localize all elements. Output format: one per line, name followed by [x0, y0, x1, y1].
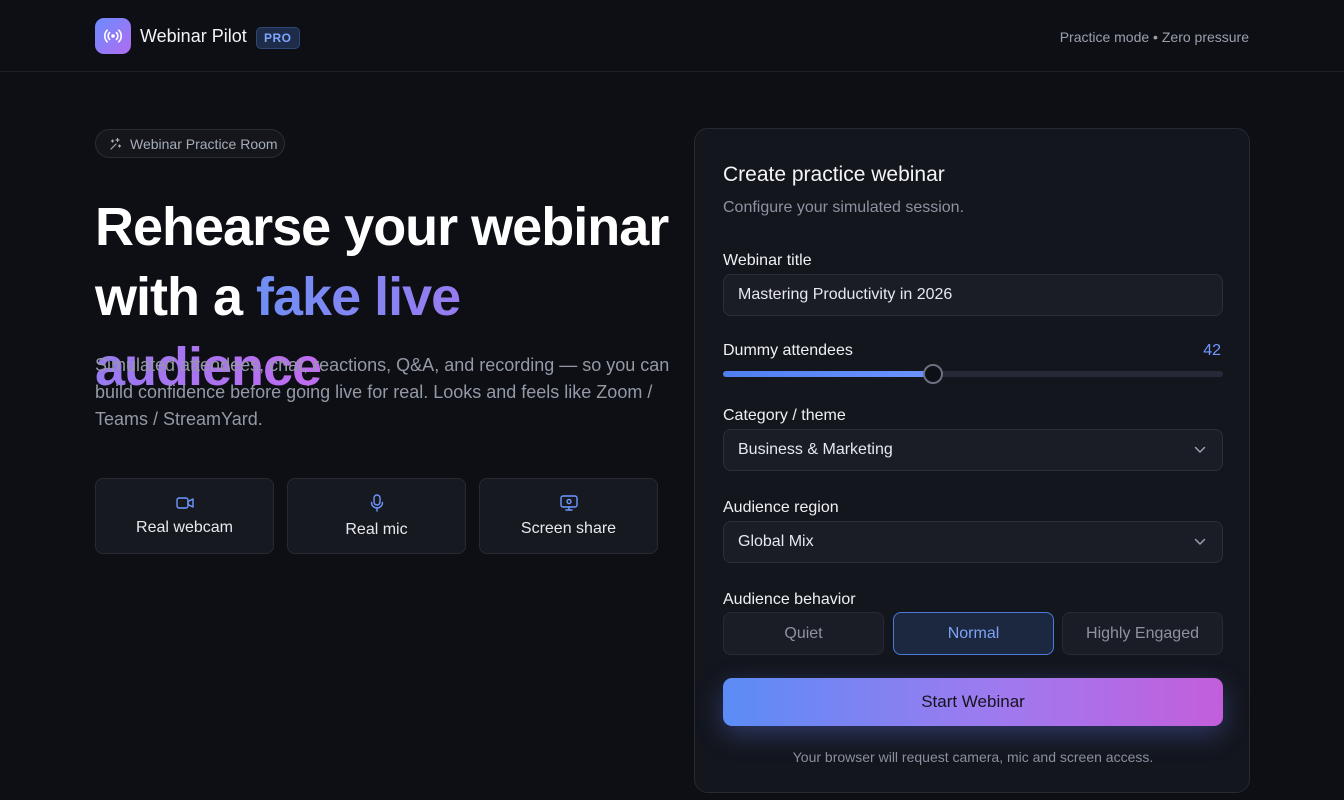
header-tagline: Practice mode • Zero pressure — [1059, 29, 1249, 45]
behavior-option-normal[interactable]: Normal — [893, 612, 1054, 655]
category-label: Category / theme — [723, 407, 846, 424]
permissions-note: Your browser will request camera, mic an… — [792, 749, 1154, 765]
practice-room-label: Webinar Practice Room — [130, 135, 278, 152]
webinar-title-label: Webinar title — [723, 252, 812, 269]
attendees-slider-thumb[interactable] — [923, 364, 943, 384]
hero-title-prefix: with a — [95, 267, 257, 327]
feature-label-webcam: Real webcam — [136, 518, 233, 536]
brand-name: Webinar Pilot — [140, 26, 247, 46]
feature-card-webcam[interactable]: Real webcam — [95, 478, 274, 554]
behavior-label: Audience behavior — [723, 591, 856, 608]
attendees-count: 42 — [1203, 342, 1221, 359]
category-value: Business & Marketing — [738, 441, 893, 458]
chevron-down-icon — [1194, 538, 1206, 546]
microphone-icon — [370, 493, 384, 512]
feature-label-mic: Real mic — [345, 520, 408, 538]
card-title: Create practice webinar — [723, 163, 945, 186]
practice-room-chip: Webinar Practice Room — [95, 129, 285, 158]
hero-subtitle: Simulated attendees, chat, reactions, Q&… — [95, 355, 670, 429]
broadcast-logo-icon — [95, 18, 131, 54]
attendees-slider-fill — [723, 371, 933, 377]
screen-share-icon — [559, 494, 578, 511]
region-label: Audience region — [723, 499, 839, 516]
region-value: Global Mix — [738, 533, 814, 550]
hero-title-line1: Rehearse your webinar — [95, 197, 669, 257]
webinar-title-value: Mastering Productivity in 2026 — [738, 286, 953, 303]
region-select[interactable]: Global Mix — [723, 521, 1223, 563]
start-webinar-button[interactable]: Start Webinar — [723, 678, 1223, 726]
behavior-option-quiet[interactable]: Quiet — [723, 612, 884, 655]
top-header: Webinar Pilot PRO Practice mode • Zero p… — [0, 0, 1344, 72]
feature-card-screen-share[interactable]: Screen share — [479, 478, 658, 554]
attendees-slider[interactable] — [723, 364, 1223, 384]
feature-card-mic[interactable]: Real mic — [287, 478, 466, 554]
video-camera-icon — [175, 496, 194, 510]
chevron-down-icon — [1194, 446, 1206, 454]
category-select[interactable]: Business & Marketing — [723, 429, 1223, 471]
pro-badge: PRO — [256, 27, 300, 49]
card-subtitle: Configure your simulated session. — [723, 199, 965, 216]
webinar-title-input[interactable]: Mastering Productivity in 2026 — [723, 274, 1223, 316]
behavior-option-highly-engaged[interactable]: Highly Engaged — [1062, 612, 1223, 655]
feature-label-screen-share: Screen share — [520, 519, 617, 537]
sparkles-icon — [108, 137, 122, 151]
attendees-label: Dummy attendees — [723, 342, 853, 359]
create-webinar-card: Create practice webinar Configure your s… — [694, 128, 1250, 793]
